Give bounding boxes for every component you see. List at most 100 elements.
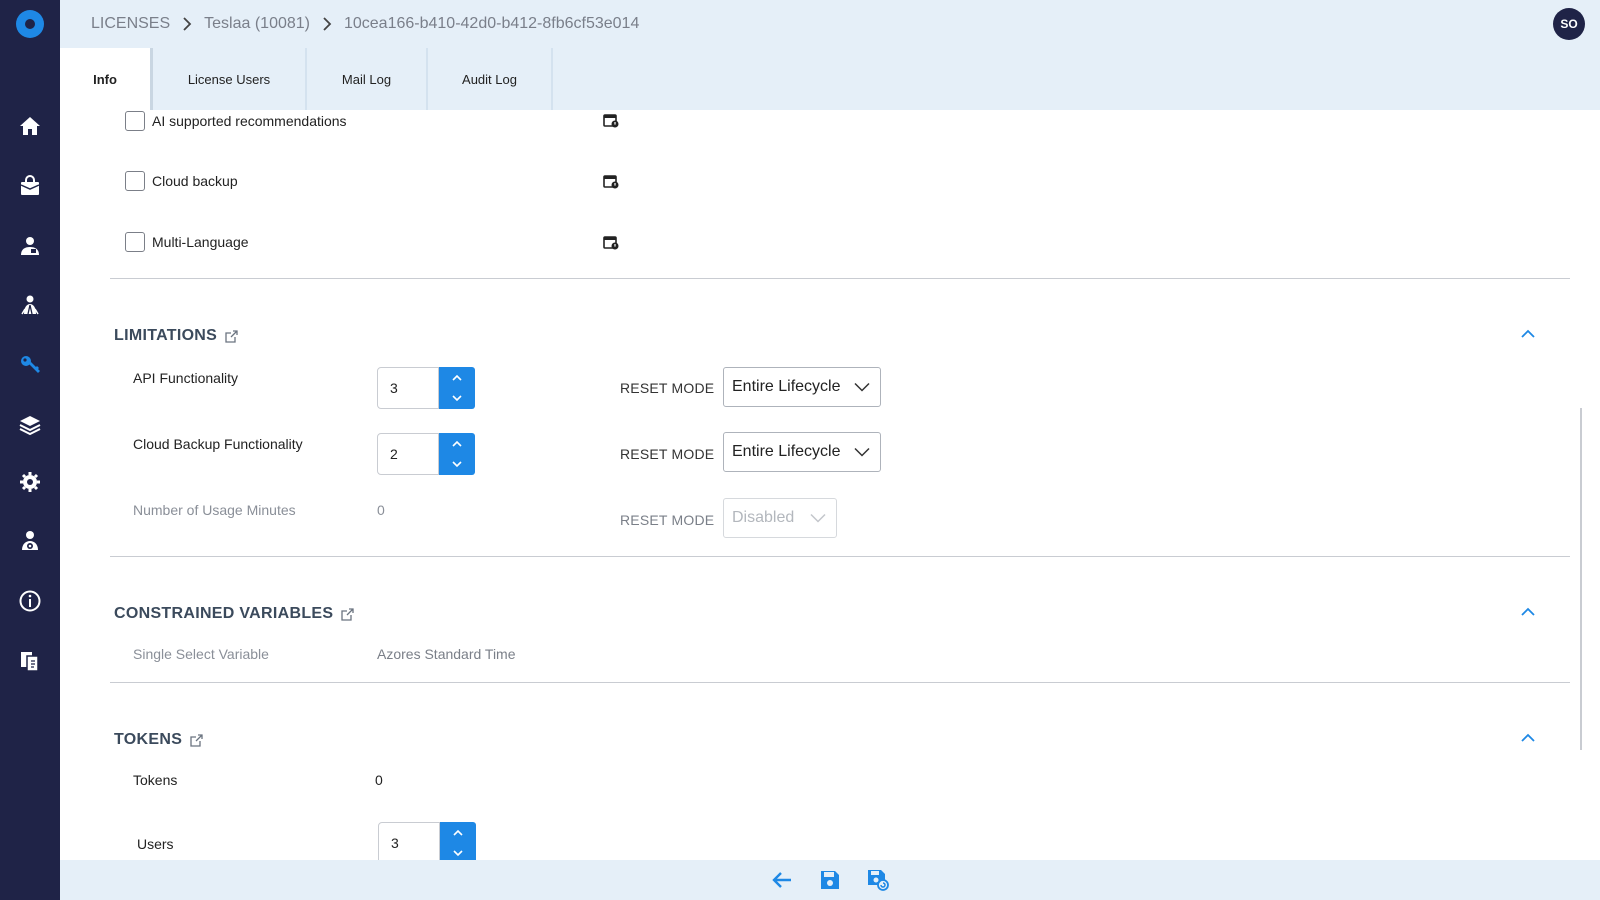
external-link-icon[interactable]	[190, 733, 203, 747]
breadcrumb-license-id: 10cea166-b410-42d0-b412-8fb6cf53e014	[343, 15, 640, 32]
feature-row: Multi-Language	[125, 232, 249, 252]
tab-mail-log[interactable]: Mail Log	[307, 48, 428, 110]
api-functionality-label: API Functionality	[133, 370, 239, 386]
calendar-info-icon[interactable]	[603, 234, 619, 250]
user-icon	[21, 237, 39, 255]
back-button[interactable]	[770, 868, 794, 892]
chevron-right-icon	[182, 17, 192, 31]
scrollbar[interactable]	[1580, 408, 1582, 750]
cloud-backup-stepper: 2	[377, 433, 475, 475]
users-input[interactable]: 3	[378, 822, 440, 860]
chevron-down-icon	[810, 513, 826, 523]
sidebar-item-user-settings[interactable]	[15, 526, 45, 556]
feature-checkbox[interactable]	[125, 232, 145, 252]
limitations-title: LIMITATIONS	[114, 327, 218, 344]
external-link-icon[interactable]	[225, 329, 238, 343]
tab-info[interactable]: Info	[60, 48, 153, 110]
tokens-section-title: TOKENS	[114, 731, 203, 749]
cloud-backup-label: Cloud Backup Functionality	[133, 436, 303, 452]
reset-mode-value: Entire Lifecycle	[732, 443, 841, 460]
chevron-up-icon	[452, 440, 462, 447]
single-select-label: Single Select Variable	[133, 646, 269, 662]
breadcrumb-customer[interactable]: Teslaa (10081)	[204, 15, 310, 33]
increment-button[interactable]	[439, 367, 475, 388]
reset-mode-label: RESET MODE	[620, 380, 715, 396]
users-stepper: 3	[378, 822, 476, 860]
constrained-title: CONSTRAINED VARIABLES	[114, 605, 334, 622]
cloud-backup-input[interactable]: 2	[377, 433, 439, 475]
avatar[interactable]: SO	[1553, 8, 1585, 40]
layers-icon	[19, 416, 41, 436]
save-and-close-button[interactable]	[866, 868, 890, 892]
feature-row: AI supported recommendations	[125, 111, 347, 131]
action-footer	[60, 860, 1600, 900]
tab-license-users[interactable]: License Users	[153, 48, 307, 110]
save-refresh-icon	[868, 870, 889, 891]
api-functionality-stepper: 3	[377, 367, 475, 409]
gear-icon	[20, 472, 40, 492]
info-icon	[19, 590, 41, 612]
sidebar-item-shop[interactable]	[15, 171, 45, 201]
tokens-value: 0	[375, 772, 383, 788]
key-icon	[21, 356, 40, 373]
sidebar-item-help[interactable]	[15, 646, 45, 676]
usage-minutes-label: Number of Usage Minutes	[133, 502, 296, 518]
api-functionality-input[interactable]: 3	[377, 367, 439, 409]
tokens-label: Tokens	[133, 772, 178, 788]
tab-audit-log[interactable]: Audit Log	[428, 48, 553, 110]
feature-label: AI supported recommendations	[152, 113, 347, 129]
feature-checkbox[interactable]	[125, 171, 145, 191]
decrement-button[interactable]	[440, 843, 476, 860]
chevron-down-icon	[452, 461, 462, 468]
main-content: AI supported recommendations Cloud backu…	[60, 110, 1600, 860]
sidebar-item-licenses[interactable]	[15, 349, 45, 379]
feature-checkbox[interactable]	[125, 111, 145, 131]
constrained-section-title: CONSTRAINED VARIABLES	[114, 605, 355, 623]
save-icon	[821, 871, 839, 889]
chevron-up-icon	[452, 374, 462, 381]
arrow-left-icon	[772, 872, 791, 888]
decrement-button[interactable]	[439, 388, 475, 409]
chevron-down-icon	[453, 850, 463, 857]
reset-mode-value: Disabled	[732, 509, 795, 526]
feature-row: Cloud backup	[125, 171, 238, 191]
breadcrumb: LICENSES Teslaa (10081) 10cea166-b410-42…	[91, 0, 639, 48]
sidebar-item-settings[interactable]	[15, 467, 45, 497]
external-link-icon[interactable]	[341, 607, 355, 621]
section-divider	[110, 556, 1570, 557]
single-select-value: Azores Standard Time	[377, 646, 516, 662]
reset-mode-label: RESET MODE	[620, 446, 715, 462]
users-label: Users	[137, 836, 174, 852]
breadcrumb-licenses[interactable]: LICENSES	[91, 15, 170, 33]
home-icon	[20, 117, 40, 135]
sidebar-item-info[interactable]	[15, 586, 45, 616]
top-header: LICENSES Teslaa (10081) 10cea166-b410-42…	[60, 0, 1600, 48]
feature-label: Multi-Language	[152, 234, 249, 250]
sidebar-item-home[interactable]	[15, 111, 45, 141]
usage-minutes-value: 0	[377, 502, 385, 518]
chevron-right-icon	[322, 17, 332, 31]
sidebar-item-users[interactable]	[15, 290, 45, 320]
decrement-button[interactable]	[439, 454, 475, 475]
reset-mode-value: Entire Lifecycle	[732, 378, 841, 395]
reset-mode-select[interactable]: Entire Lifecycle	[723, 432, 881, 472]
chevron-up-icon[interactable]	[1520, 326, 1536, 342]
chevron-down-icon	[452, 395, 462, 402]
section-divider	[110, 278, 1570, 279]
chevron-up-icon[interactable]	[1520, 730, 1536, 746]
calendar-info-icon[interactable]	[603, 173, 619, 189]
sidebar-item-user[interactable]	[15, 231, 45, 261]
user-settings-icon	[22, 531, 38, 550]
reset-mode-select-disabled: Disabled	[723, 498, 837, 538]
sidebar	[0, 0, 60, 900]
tokens-title: TOKENS	[114, 731, 183, 748]
help-icon	[21, 652, 39, 672]
sidebar-item-layers[interactable]	[15, 410, 45, 440]
chevron-up-icon[interactable]	[1520, 604, 1536, 620]
calendar-info-icon[interactable]	[603, 112, 619, 128]
reset-mode-select[interactable]: Entire Lifecycle	[723, 367, 881, 407]
app-logo[interactable]	[16, 10, 44, 38]
increment-button[interactable]	[439, 433, 475, 454]
increment-button[interactable]	[440, 822, 476, 843]
save-button[interactable]	[818, 868, 842, 892]
